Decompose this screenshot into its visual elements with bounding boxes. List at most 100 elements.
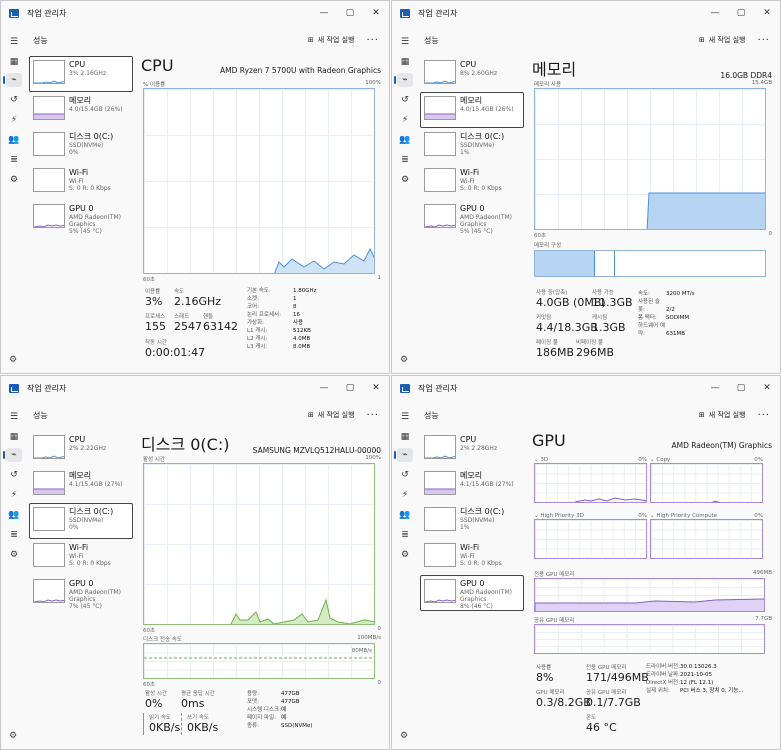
- run-new-task-button[interactable]: ⊞ 새 작업 실행: [699, 410, 746, 420]
- sidebar-item-name: 메모리: [460, 471, 483, 480]
- processes-icon[interactable]: ▦: [397, 430, 413, 444]
- details-icon[interactable]: ≣: [6, 528, 22, 542]
- more-options-icon[interactable]: ···: [757, 410, 770, 421]
- hamburger-menu-icon[interactable]: ☰: [397, 410, 413, 424]
- detail-key: 실제 위치:: [646, 688, 670, 694]
- minimize-button[interactable]: —: [702, 8, 728, 18]
- processes-icon[interactable]: ▦: [6, 55, 22, 69]
- maximize-button[interactable]: ▢: [337, 383, 363, 393]
- stat-label: 스레드: [174, 314, 190, 320]
- command-bar: 성능 ⊞ 새 작업 실행 ···: [27, 29, 389, 51]
- settings-icon[interactable]: ⚙: [9, 355, 17, 365]
- sidebar-item-memory[interactable]: 메모리 4.1/15.4GB (27%): [29, 467, 133, 503]
- processes-icon[interactable]: ▦: [6, 430, 22, 444]
- sidebar-item-wifi[interactable]: Wi-Fi Wi-Fi S: 0 R: 0 Kbps: [29, 164, 133, 200]
- run-new-task-button[interactable]: ⊞ 새 작업 실행: [699, 35, 746, 45]
- details-icon[interactable]: ≣: [6, 153, 22, 167]
- performance-icon[interactable]: ⌁: [394, 73, 413, 87]
- performance-icon[interactable]: ⌁: [3, 73, 22, 87]
- stat-value: 8%: [536, 671, 554, 684]
- sidebar-item-disk[interactable]: 디스크 0(C:) SSD(NVMe) 0%: [29, 128, 133, 164]
- performance-icon[interactable]: ⌁: [394, 448, 413, 462]
- settings-icon[interactable]: ⚙: [9, 731, 17, 741]
- transfer-left-label: 60초: [143, 682, 156, 688]
- details-icon[interactable]: ≣: [397, 153, 413, 167]
- hamburger-menu-icon[interactable]: ☰: [6, 35, 22, 49]
- more-options-icon[interactable]: ···: [757, 35, 770, 46]
- maximize-button[interactable]: ▢: [337, 8, 363, 18]
- sidebar-item-detail: 2% 2.22GHz: [69, 445, 107, 452]
- run-new-task-button[interactable]: ⊞ 새 작업 실행: [308, 410, 355, 420]
- settings-icon[interactable]: ⚙: [400, 355, 408, 365]
- sidebar-item-cpu[interactable]: CPU 2% 2.28GHz: [420, 431, 524, 467]
- more-options-icon[interactable]: ···: [366, 410, 379, 421]
- sidebar-item-wifi[interactable]: Wi-Fi Wi-Fi S: 0 R: 0 Kbps: [420, 539, 524, 575]
- processes-icon[interactable]: ▦: [397, 55, 413, 69]
- close-button[interactable]: ✕: [363, 383, 389, 393]
- stat-proc: 프로세스 155: [145, 312, 166, 333]
- sidebar-item-wifi[interactable]: Wi-Fi Wi-Fi S: 0 R: 0 Kbps: [420, 164, 524, 200]
- task-manager-icon: [400, 383, 410, 393]
- stat-label: 핸들: [203, 314, 214, 320]
- close-button[interactable]: ✕: [754, 383, 780, 393]
- sidebar-item-cpu[interactable]: CPU 3% 2.16GHz: [29, 56, 133, 92]
- settings-icon[interactable]: ⚙: [400, 731, 408, 741]
- sidebar-item-disk[interactable]: 디스크 0(C:) SSD(NVMe) 1%: [420, 503, 524, 539]
- startup-apps-icon[interactable]: ⚡: [6, 113, 22, 127]
- app-history-icon[interactable]: ↺: [397, 468, 413, 482]
- task-manager-icon: [400, 8, 410, 18]
- details-icon[interactable]: ≣: [397, 528, 413, 542]
- startup-apps-icon[interactable]: ⚡: [397, 488, 413, 502]
- app-history-icon[interactable]: ↺: [6, 93, 22, 107]
- detail-row: 실제 위치: PCI 버스 3, 장치 0, 기능...: [646, 687, 744, 695]
- sidebar-item-disk[interactable]: 디스크 0(C:) SSD(NVMe) 1%: [420, 128, 524, 164]
- sidebar-item-cpu[interactable]: CPU 8% 2.60GHz: [420, 56, 524, 92]
- stat-label: 페이징 풀: [536, 340, 558, 346]
- app-history-icon[interactable]: ↺: [6, 468, 22, 482]
- users-icon[interactable]: 👥: [397, 508, 413, 522]
- detail-key: 하드웨어 예약:: [638, 323, 666, 337]
- sidebar-item-memory[interactable]: 메모리 4.1/15.4GB (27%): [420, 467, 524, 503]
- sidebar-thumbnail: [33, 543, 65, 567]
- hamburger-menu-icon[interactable]: ☰: [397, 35, 413, 49]
- users-icon[interactable]: 👥: [397, 133, 413, 147]
- minimize-button[interactable]: —: [311, 383, 337, 393]
- startup-apps-icon[interactable]: ⚡: [397, 113, 413, 127]
- sidebar-thumbnail: [33, 168, 65, 192]
- performance-icon[interactable]: ⌁: [3, 448, 22, 462]
- users-icon[interactable]: 👥: [6, 133, 22, 147]
- sidebar-item-memory[interactable]: 메모리 4.0/15.4GB (26%): [29, 92, 133, 128]
- maximize-button[interactable]: ▢: [728, 8, 754, 18]
- sidebar-item-gpu[interactable]: GPU 0 AMD Radeon(TM) Graphics 5% (45 °C): [29, 200, 133, 236]
- users-icon[interactable]: 👥: [6, 508, 22, 522]
- services-icon[interactable]: ⚙: [6, 173, 22, 187]
- more-options-icon[interactable]: ···: [366, 35, 379, 46]
- run-new-task-button[interactable]: ⊞ 새 작업 실행: [308, 35, 355, 45]
- sidebar-item-gpu[interactable]: GPU 0 AMD Radeon(TM) Graphics 8% (46 °C): [420, 575, 524, 611]
- app-history-icon[interactable]: ↺: [397, 93, 413, 107]
- cpu-usage-graph: [143, 88, 375, 274]
- stat-read: 읽기 속도 0KB/s: [149, 713, 180, 734]
- sidebar-item-gpu[interactable]: GPU 0 AMD Radeon(TM) Graphics 7% (45 °C): [29, 575, 133, 611]
- sidebar-item-cpu[interactable]: CPU 2% 2.22GHz: [29, 431, 133, 467]
- sidebar-thumbnail: [33, 204, 65, 228]
- hamburger-menu-icon[interactable]: ☰: [6, 410, 22, 424]
- minimize-button[interactable]: —: [702, 383, 728, 393]
- sidebar-item-name: 메모리: [460, 96, 483, 105]
- services-icon[interactable]: ⚙: [6, 548, 22, 562]
- services-icon[interactable]: ⚙: [397, 548, 413, 562]
- stat-value: 296MB: [576, 346, 615, 359]
- sidebar-item-detail: 2% 2.28GHz: [460, 445, 498, 452]
- detail-value: 8: [293, 304, 297, 310]
- maximize-button[interactable]: ▢: [728, 383, 754, 393]
- close-button[interactable]: ✕: [754, 8, 780, 18]
- services-icon[interactable]: ⚙: [397, 173, 413, 187]
- startup-apps-icon[interactable]: ⚡: [6, 488, 22, 502]
- minimize-button[interactable]: —: [311, 8, 337, 18]
- sidebar-item-gpu[interactable]: GPU 0 AMD Radeon(TM) Graphics 5% (45 °C): [420, 200, 524, 236]
- sidebar-item-disk[interactable]: 디스크 0(C:) SSD(NVMe) 0%: [29, 503, 133, 539]
- sidebar-item-memory[interactable]: 메모리 4.0/15.4GB (26%): [420, 92, 524, 128]
- detail-row: L3 캐시: 8.0MB: [247, 343, 317, 351]
- sidebar-item-wifi[interactable]: Wi-Fi Wi-Fi S: 0 R: 0 Kbps: [29, 539, 133, 575]
- close-button[interactable]: ✕: [363, 8, 389, 18]
